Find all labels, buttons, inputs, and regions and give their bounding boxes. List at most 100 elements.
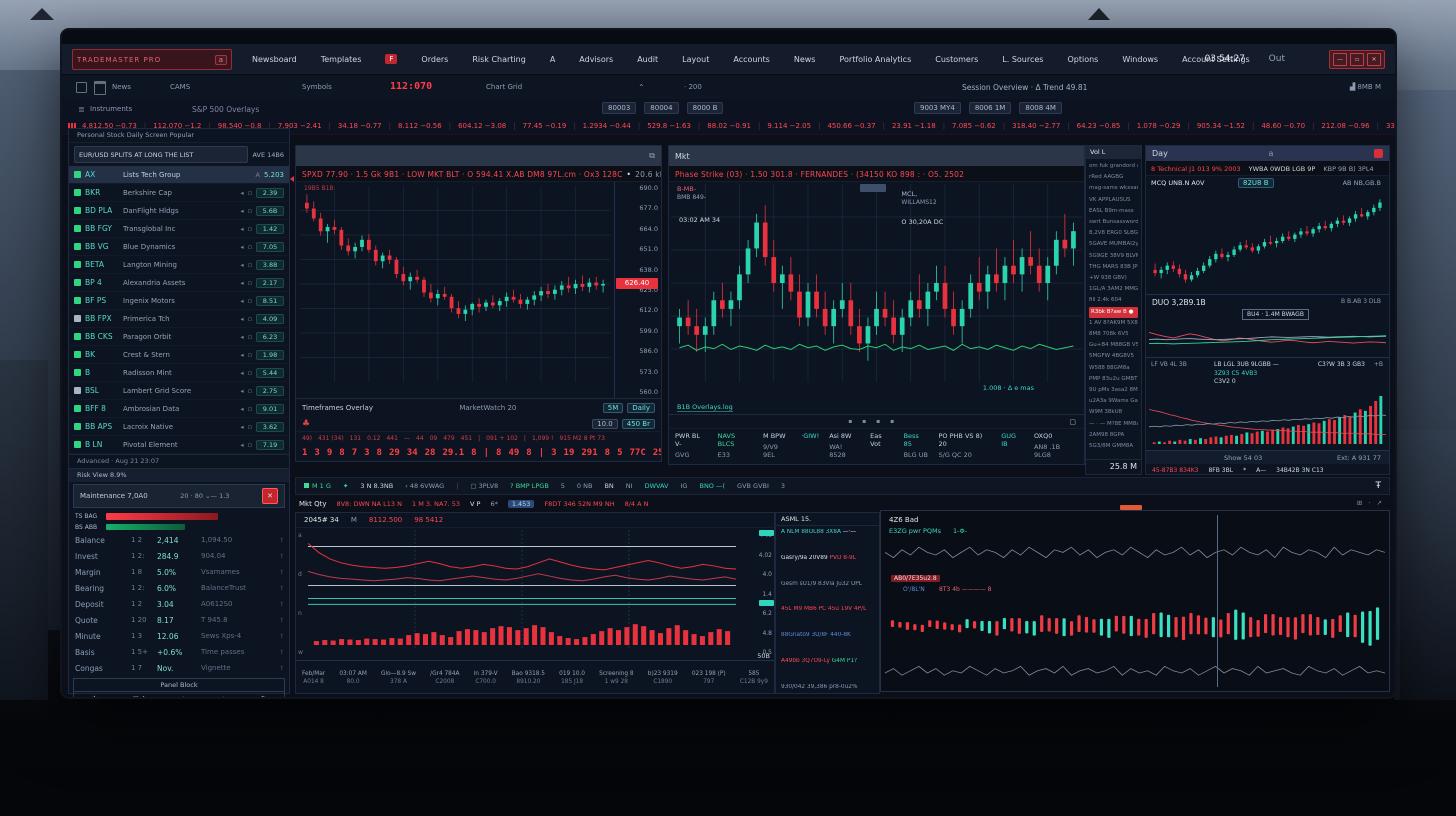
menu-item[interactable]: Templates bbox=[321, 55, 362, 64]
pager-dots[interactable]: ▪ ▪ ▪ ▪ bbox=[848, 418, 898, 425]
watchlist-row[interactable]: BKCrest & Stern◂▫1.98 bbox=[69, 346, 289, 364]
speaker-icon[interactable]: ◂ bbox=[240, 387, 243, 395]
toolbar-news[interactable]: News bbox=[112, 83, 131, 91]
pin-icon[interactable]: ▫ bbox=[248, 297, 252, 305]
info-icon[interactable]: ! bbox=[281, 553, 283, 560]
watchlist-row[interactable]: B LNPivotal Element◂▫7.19 bbox=[69, 436, 289, 454]
app-logo[interactable]: TRADEMASTER PRO a bbox=[72, 49, 232, 70]
pin-icon[interactable]: ▫ bbox=[248, 279, 252, 287]
menu-item[interactable]: Orders bbox=[421, 55, 448, 64]
speaker-icon[interactable]: ◂ bbox=[240, 189, 243, 197]
watchlist-row[interactable]: BFF 8Ambrosian Data◂▫9.01 bbox=[69, 400, 289, 418]
log-line[interactable]: 5MGFW 4BG8V5 bbox=[1089, 351, 1138, 362]
log-line[interactable]: Gu+B4 M88GB V5u8M bbox=[1089, 340, 1138, 351]
log-line[interactable]: rRed AAGBG bbox=[1089, 172, 1138, 183]
info-icon[interactable]: ! bbox=[281, 569, 283, 576]
watchlist-row[interactable]: BP 4Alexandria Assets◂▫2.17 bbox=[69, 274, 289, 292]
chart1-body[interactable]: 19B5 B1B 690.0677.0664.0651.0638.0625.06… bbox=[296, 182, 661, 398]
menu-item[interactable]: Customers bbox=[935, 55, 978, 64]
select-checkbox-icon[interactable] bbox=[76, 82, 87, 93]
info-icon[interactable]: ! bbox=[281, 665, 283, 672]
trade-tool-item[interactable]: IG bbox=[681, 482, 688, 490]
pin-icon[interactable]: ▫ bbox=[248, 351, 252, 359]
market-chip[interactable]: 8006 1M bbox=[969, 102, 1012, 114]
seismo-icons[interactable]: ⊞ · ↗ bbox=[1357, 499, 1384, 507]
log-line[interactable]: R3bk B?aw B ● bbox=[1089, 307, 1138, 318]
info-icon[interactable]: ! bbox=[281, 617, 283, 624]
record-icon[interactable] bbox=[1374, 149, 1383, 158]
chart1-titlebar[interactable]: ⧉ bbox=[296, 146, 661, 167]
watchlist-selected-row[interactable]: AX Lists Tech Group A 5.203 bbox=[69, 166, 289, 184]
menu-item[interactable]: A bbox=[550, 55, 555, 64]
log-line[interactable]: W588 88GM8a bbox=[1089, 363, 1138, 374]
speaker-icon[interactable]: ◂ bbox=[240, 297, 243, 305]
popout-icon[interactable]: ⧉ bbox=[649, 151, 655, 161]
watchlist-row[interactable]: BETALangton Mining◂▫3.88 bbox=[69, 256, 289, 274]
risk-ticks[interactable]: 20 · 80 ⌄— 1.3 bbox=[180, 492, 229, 500]
overlay-label[interactable]: S&P 500 Overlays bbox=[192, 105, 259, 114]
menu-item[interactable]: Advisors bbox=[579, 55, 613, 64]
analysis-body[interactable]: adnw +404.024.01.46.24.80.5 50B bbox=[296, 528, 774, 660]
indicator-pane[interactable]: DUO 3,2B9.1B B B.AB 3 DLB BU4 · 1.4M BWA… bbox=[1146, 294, 1389, 357]
macd-chip[interactable]: 1.453 bbox=[508, 500, 535, 508]
detail-titlebar[interactable]: Day a bbox=[1146, 146, 1389, 162]
pin-icon[interactable]: ▫ bbox=[248, 225, 252, 233]
watchlist-row[interactable]: BB CKSParagon Orbit◂▫6.23 bbox=[69, 328, 289, 346]
vol-chip[interactable]: 450 Br bbox=[622, 419, 655, 429]
menu-item[interactable]: Newsboard bbox=[252, 55, 297, 64]
market-chip[interactable]: 80004 bbox=[644, 102, 678, 114]
toolbar-zoom[interactable]: · 200 bbox=[684, 83, 702, 91]
speaker-icon[interactable]: ◂ bbox=[240, 441, 243, 449]
market-chip[interactable]: 8008 4M bbox=[1019, 102, 1062, 114]
detail-footer-mid[interactable]: Show 54 03 bbox=[1224, 454, 1262, 462]
trade-tool-item[interactable]: BN bbox=[604, 482, 613, 490]
log-line[interactable]: 5G9GE 38V9 BLVMS8 bbox=[1089, 251, 1138, 262]
footer-column[interactable]: ·GIW! bbox=[801, 432, 819, 443]
speaker-icon[interactable]: ◂ bbox=[240, 423, 243, 431]
menu-item[interactable]: News bbox=[794, 55, 816, 64]
watchlist-row[interactable]: BB APSLacroix Native◂▫3.62 bbox=[69, 418, 289, 436]
menu-item[interactable]: Audit bbox=[637, 55, 658, 64]
chart2-canvas[interactable] bbox=[671, 184, 1082, 382]
trade-tool-item[interactable]: ✦ bbox=[343, 482, 348, 490]
footer-column[interactable]: M BPW9/V9 9EL bbox=[763, 432, 791, 459]
log-line[interactable]: 5GAVE MUMBAI2y bbox=[1089, 239, 1138, 250]
pin-icon[interactable]: ▫ bbox=[248, 423, 252, 431]
pin-icon[interactable]: ▫ bbox=[248, 207, 252, 215]
info-icon[interactable]: ! bbox=[281, 601, 283, 608]
pin-icon[interactable]: ▫ bbox=[248, 261, 252, 269]
log-line[interactable]: W9M 38kU8 bbox=[1089, 407, 1138, 418]
window-control-button[interactable]: — bbox=[1333, 53, 1347, 66]
toolbar-cams[interactable]: CAMS bbox=[170, 83, 190, 91]
menu-item[interactable]: L. Sources bbox=[1002, 55, 1043, 64]
pin-icon[interactable]: ▫ bbox=[248, 405, 252, 413]
footer-column[interactable]: Asi 8WWA! 8528 bbox=[829, 432, 860, 459]
log-line[interactable]: EASL B9m-mass bbox=[1089, 206, 1138, 217]
trade-tool-item[interactable]: M 1 G bbox=[304, 482, 331, 490]
trade-tool-item[interactable]: 5 bbox=[561, 482, 565, 490]
trade-tool-item[interactable]: DWVAV bbox=[645, 482, 669, 490]
mini-chart-canvas[interactable] bbox=[1149, 191, 1386, 291]
trade-tool-item[interactable]: ▢ 3PLV8 bbox=[470, 482, 498, 490]
pin-icon[interactable]: ▫ bbox=[248, 441, 252, 449]
speaker-icon[interactable]: ◂ bbox=[240, 243, 243, 251]
trade-tool-item[interactable]: GVB GVBI bbox=[737, 482, 769, 490]
chart2-body[interactable]: B-MB- BMB 849- 03:02 AM 34 MCL, WILLAMS1… bbox=[669, 182, 1084, 414]
log-line[interactable]: THG MARS 83B JPG?4 bbox=[1089, 262, 1138, 273]
footer-column[interactable]: PO PHB VS 8) 20S/G QC 20 bbox=[939, 432, 992, 459]
clover-icon[interactable]: ♣ bbox=[302, 419, 310, 429]
pin-icon[interactable]: ▫ bbox=[248, 189, 252, 197]
chart2-titlebar[interactable]: Mkt bbox=[669, 146, 1084, 167]
speaker-icon[interactable]: ◂ bbox=[240, 279, 243, 287]
log-line[interactable]: VK APPLAUSUS bbox=[1089, 195, 1138, 206]
log-line[interactable]: — · — M?8E MM8a bbox=[1089, 419, 1138, 430]
trade-tool-item[interactable]: ? BMP LPGB bbox=[510, 482, 549, 490]
trade-tool-item[interactable]: | bbox=[456, 482, 458, 490]
toolbar-T-icon[interactable]: Ŧ bbox=[1376, 481, 1382, 491]
footer-icon[interactable]: ✓ bbox=[219, 695, 225, 698]
menu-item[interactable]: Portfolio Analytics bbox=[839, 55, 911, 64]
watchlist-row[interactable]: BB FGYTransglobal Inc◂▫1.42 bbox=[69, 220, 289, 238]
trade-tool-item[interactable]: 0 NB bbox=[577, 482, 593, 490]
timeframe-chip[interactable]: Daily bbox=[627, 403, 655, 413]
info-icon[interactable]: ! bbox=[281, 649, 283, 656]
